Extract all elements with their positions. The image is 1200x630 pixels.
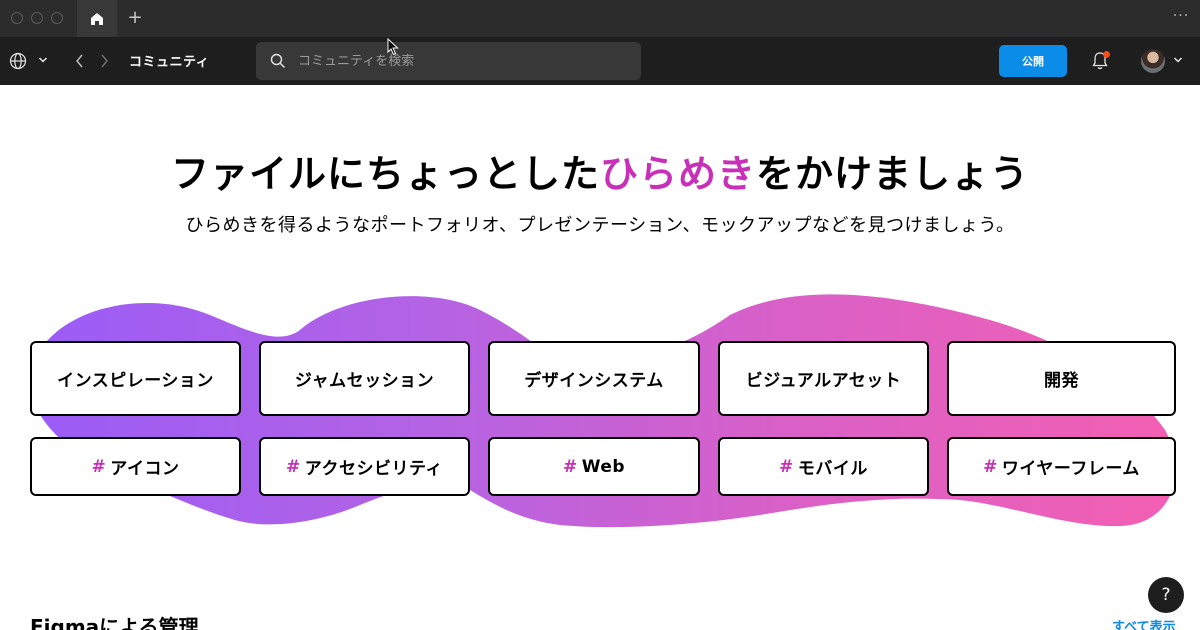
tab-home[interactable] [77,0,117,37]
help-button[interactable]: ? [1148,577,1184,613]
navigation-bar: コミュニティ 公開 [0,37,1200,85]
see-all-link[interactable]: すべて表示 [1112,616,1176,630]
tag-web[interactable]: # Web [488,437,700,496]
category-visual-assets[interactable]: ビジュアルアセット [718,341,929,416]
category-inspiration[interactable]: インスピレーション [30,341,241,416]
chevron-down-icon[interactable] [1173,56,1183,64]
tag-wireframe[interactable]: # ワイヤーフレーム [947,437,1176,496]
forward-arrow-icon[interactable] [98,53,110,69]
section-title: Figmaによる管理 [30,615,199,630]
category-jam-session[interactable]: ジャムセッション [259,341,470,416]
globe-icon[interactable] [9,52,27,70]
category-design-system[interactable]: デザインシステム [488,341,700,416]
search-icon [270,53,285,68]
hero-subtitle: ひらめきを得るようなポートフォリオ、プレゼンテーション、モックアップなどを見つけ… [185,215,1015,236]
publish-button[interactable]: 公開 [999,45,1067,77]
avatar[interactable] [1141,49,1165,73]
chevron-down-icon[interactable] [38,56,48,64]
window-minimize-button[interactable] [31,12,43,24]
back-arrow-icon[interactable] [74,53,86,69]
page-title: コミュニティ [129,55,210,70]
window-maximize-button[interactable] [51,12,63,24]
more-menu-button[interactable]: ··· [1170,8,1192,28]
tag-accessibility[interactable]: # アクセシビリティ [259,437,470,496]
new-tab-button[interactable]: + [124,6,146,30]
home-icon [91,12,103,25]
tag-mobile[interactable]: # モバイル [718,437,929,496]
title-bar: + ··· [0,0,1200,37]
help-icon: ? [1161,585,1171,605]
notification-badge [1103,51,1110,58]
window-close-button[interactable] [11,12,23,24]
tag-icons[interactable]: # アイコン [30,437,241,496]
mouse-cursor-icon [387,38,399,56]
search-input[interactable] [298,51,628,71]
hero-title-accent: ひらめき [599,152,756,196]
hero-title: ファイルにちょっとしたひらめきをかけましょう [170,152,1030,196]
search-bar[interactable] [256,42,641,80]
category-development[interactable]: 開発 [947,341,1176,416]
